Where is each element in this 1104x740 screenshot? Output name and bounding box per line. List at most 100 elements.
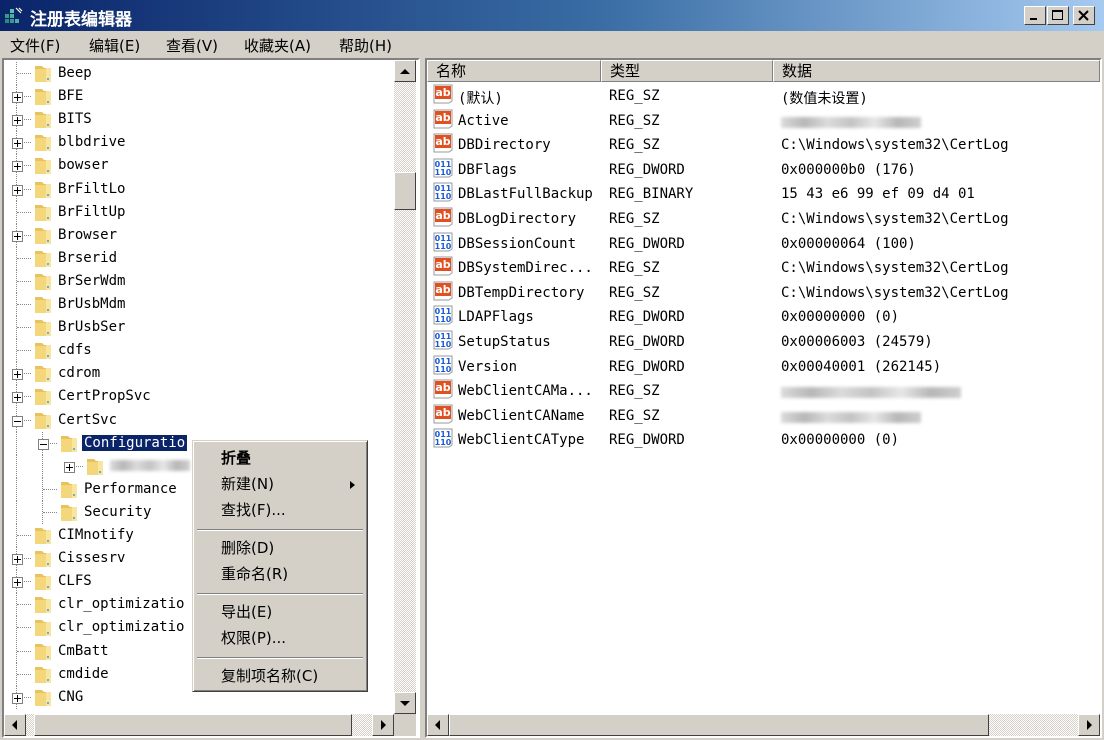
tree-item[interactable]: blbdrive — [4, 131, 392, 155]
expand-icon[interactable] — [12, 138, 23, 150]
expand-icon[interactable] — [12, 554, 23, 566]
tree-item-label[interactable]: BrFiltUp — [56, 204, 127, 220]
values-list[interactable]: 名称 类型 数据 ab (默认) REG_SZ (数值未设置) ab Active REG_… — [425, 58, 1102, 738]
tree-scroll-right-button[interactable] — [372, 714, 394, 736]
column-header-name[interactable]: 名称 — [427, 60, 601, 82]
list-row[interactable]: ab DBDirectory REG_SZ C:\Windows\system32\C… — [427, 133, 1097, 157]
tree-item[interactable]: BrFiltUp — [4, 200, 392, 224]
tree-item[interactable]: bowser — [4, 154, 392, 178]
context-menu-item[interactable]: 新建(N) — [221, 473, 274, 494]
tree-item-label[interactable]: bowser — [56, 157, 111, 173]
tree-item[interactable]: BrUsbSer — [4, 316, 392, 340]
tree-item-label[interactable]: BrSerWdm — [56, 273, 127, 289]
tree-item[interactable]: cdfs — [4, 339, 392, 363]
tree-item[interactable]: BITS — [4, 108, 392, 132]
collapse-icon[interactable] — [38, 438, 49, 450]
tree-item-label[interactable]: CmBatt — [56, 643, 111, 659]
list-row[interactable]: ab DBTempDirectory REG_SZ C:\Windows\system… — [427, 281, 1097, 305]
list-row[interactable]: ab DBSystemDirec... REG_SZ C:\Windows\syste… — [427, 256, 1097, 280]
expand-icon[interactable] — [12, 184, 23, 196]
list-scroll-right-button[interactable] — [1078, 714, 1100, 736]
tree-item-label[interactable]: cdfs — [56, 342, 94, 358]
tree-item[interactable]: Beep — [4, 62, 392, 85]
tree-horizontal-scrollbar[interactable] — [4, 714, 394, 736]
context-menu-item[interactable]: 重命名(R) — [221, 563, 288, 584]
tree-item[interactable]: BrUsbMdm — [4, 293, 392, 316]
menu-file[interactable]: 文件(F) — [10, 35, 60, 56]
tree-hscroll-thumb[interactable] — [34, 714, 352, 736]
expand-icon[interactable] — [12, 577, 23, 589]
context-menu-item[interactable]: 折叠 — [221, 447, 251, 468]
tree-item[interactable]: CertPropSvc — [4, 385, 392, 409]
tree-item-label[interactable]: blbdrive — [56, 134, 127, 150]
tree-vertical-scrollbar[interactable] — [394, 60, 416, 714]
list-row[interactable]: ab WebClientCAName REG_SZ — [427, 404, 1097, 428]
tree-item-label[interactable]: clr_optimizatio — [56, 619, 186, 635]
column-header-data[interactable]: 数据 — [773, 60, 1100, 82]
tree-item-label[interactable]: Security — [82, 504, 153, 520]
tree-item-label[interactable]: Brserid — [56, 250, 119, 266]
tree-item-label[interactable]: Beep — [56, 65, 94, 81]
tree-item[interactable]: Brserid — [4, 246, 392, 270]
tree-item-label[interactable]: Browser — [56, 227, 119, 243]
list-row[interactable]: 011 110 LDAPFlags REG_DWORD 0x00000000 (0) — [427, 305, 1097, 329]
expand-icon[interactable] — [64, 461, 75, 473]
list-hscroll-thumb[interactable] — [449, 714, 989, 736]
expand-icon[interactable] — [12, 230, 23, 242]
list-row[interactable]: ab (默认) REG_SZ (数值未设置) — [427, 84, 1097, 108]
menu-edit[interactable]: 编辑(E) — [89, 35, 140, 56]
tree-item-label[interactable]: BITS — [56, 111, 94, 127]
tree-item-label[interactable]: BrUsbSer — [56, 319, 127, 335]
tree-item-label[interactable]: Cissesrv — [56, 550, 127, 566]
menu-help[interactable]: 帮助(H) — [339, 35, 392, 56]
list-row[interactable]: 011 110 DBLastFullBackup REG_BINARY 15 43 e6… — [427, 182, 1097, 206]
tree-item-label[interactable]: CertPropSvc — [56, 388, 153, 404]
context-menu-item[interactable]: 复制项名称(C) — [221, 665, 318, 686]
tree-item[interactable]: Browser — [4, 223, 392, 247]
expand-icon[interactable] — [12, 161, 23, 173]
tree-item[interactable]: cdrom — [4, 362, 392, 386]
tree-scroll-up-button[interactable] — [394, 60, 416, 82]
tree-item-label[interactable]: Configuratio — [80, 433, 189, 452]
tree-item[interactable]: BrFiltLo — [4, 177, 392, 201]
tree-scroll-left-button[interactable] — [4, 714, 26, 736]
context-menu-item[interactable]: 查找(F)... — [221, 499, 286, 520]
expand-icon[interactable] — [12, 692, 23, 704]
list-row[interactable]: 011 110 WebClientCAType REG_DWORD 0x00000000… — [427, 428, 1097, 452]
tree-item[interactable]: BFE — [4, 85, 392, 109]
tree-item-label[interactable]: cmdide — [56, 666, 111, 682]
close-button[interactable] — [1073, 6, 1095, 25]
list-row[interactable]: 011 110 DBFlags REG_DWORD 0x000000b0 (176) — [427, 158, 1097, 182]
tree-item-label[interactable]: BFE — [56, 88, 85, 104]
tree-item-label[interactable]: CNG — [56, 689, 85, 705]
tree-item-label[interactable]: Performance — [82, 481, 179, 497]
tree-item-label[interactable]: BrFiltLo — [56, 181, 127, 197]
expand-icon[interactable] — [12, 115, 23, 127]
tree-item-label[interactable]: BrUsbMdm — [56, 296, 127, 312]
tree-item-label[interactable]: cdrom — [56, 365, 102, 381]
tree-item-label[interactable]: clr_optimizatio — [56, 596, 186, 612]
context-menu-item[interactable]: 导出(E) — [221, 601, 272, 622]
maximize-button[interactable] — [1047, 6, 1069, 25]
list-row[interactable]: ab DBLogDirectory REG_SZ C:\Windows\system3… — [427, 207, 1097, 231]
tree-item[interactable]: CertSvc — [4, 408, 392, 432]
list-row[interactable]: 011 110 DBSessionCount REG_DWORD 0x00000064 … — [427, 232, 1097, 256]
expand-icon[interactable] — [12, 369, 23, 381]
list-row[interactable]: ab WebClientCAMa... REG_SZ — [427, 379, 1097, 403]
minimize-button[interactable] — [1024, 6, 1046, 25]
tree-scroll-down-button[interactable] — [394, 692, 416, 714]
collapse-icon[interactable] — [12, 415, 23, 427]
list-row[interactable]: ab Active REG_SZ — [427, 109, 1097, 133]
list-horizontal-scrollbar[interactable] — [427, 714, 1100, 736]
expand-icon[interactable] — [12, 392, 23, 404]
tree-item-label[interactable] — [108, 458, 192, 474]
list-row[interactable]: 011 110 SetupStatus REG_DWORD 0x00006003 (24… — [427, 330, 1097, 354]
tree-scroll-thumb[interactable] — [394, 172, 416, 210]
tree-item-label[interactable]: CertSvc — [56, 412, 119, 428]
menu-favorites[interactable]: 收藏夹(A) — [244, 35, 311, 56]
list-scroll-left-button[interactable] — [427, 714, 449, 736]
expand-icon[interactable] — [12, 92, 23, 104]
context-menu-item[interactable]: 删除(D) — [221, 537, 274, 558]
tree-item-label[interactable]: CIMnotify — [56, 527, 136, 543]
tree-item-label[interactable]: CLFS — [56, 573, 94, 589]
